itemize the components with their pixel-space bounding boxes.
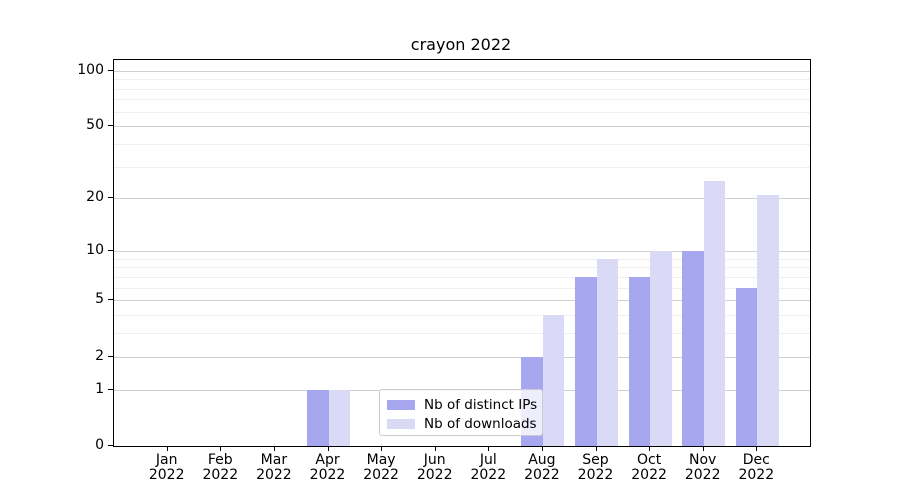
x-tick-year: 2022 [619,468,679,483]
minor-gridline [114,144,810,145]
x-tick-year: 2022 [298,468,358,483]
x-tick-mark [542,446,543,451]
x-tick-label-dec: Dec2022 [726,453,786,483]
bar-nb-of-distinct-ips-apr [307,390,329,446]
x-tick-mark [220,446,221,451]
x-tick-mark [274,446,275,451]
bar-nb-of-distinct-ips-nov [682,251,704,446]
x-tick-month: Feb [190,453,250,468]
x-tick-year: 2022 [566,468,626,483]
minor-gridline [114,167,810,168]
x-tick-month: Jul [458,453,518,468]
legend-swatch-downloads [387,419,415,429]
legend-entry-downloads: Nb of downloads [387,414,535,433]
bar-nb-of-distinct-ips-oct [629,277,651,446]
bar-nb-of-downloads-apr [329,390,351,446]
major-gridline [114,71,810,72]
y-tick-label: 10 [0,242,104,258]
legend-entry-distinct-ips: Nb of distinct IPs [387,395,535,414]
x-tick-month: Oct [619,453,679,468]
x-tick-year: 2022 [405,468,465,483]
x-tick-year: 2022 [726,468,786,483]
chart-figure: crayon 2022 0125102050100 Jan2022Feb2022… [0,0,900,500]
bar-nb-of-downloads-aug [543,315,565,446]
x-tick-mark [328,446,329,451]
x-tick-label-oct: Oct2022 [619,453,679,483]
y-tick-label: 20 [0,189,104,205]
x-tick-year: 2022 [512,468,572,483]
x-tick-mark [435,446,436,451]
bar-nb-of-downloads-oct [650,251,672,446]
x-tick-month: Sep [566,453,626,468]
x-tick-month: Apr [298,453,358,468]
x-tick-mark [596,446,597,451]
x-tick-month: Jun [405,453,465,468]
minor-gridline [114,99,810,100]
x-tick-label-apr: Apr2022 [298,453,358,483]
bar-nb-of-downloads-dec [757,195,779,447]
legend-swatch-distinct-ips [387,400,415,410]
x-tick-year: 2022 [673,468,733,483]
major-gridline [114,126,810,127]
minor-gridline [114,112,810,113]
y-tick-mark [108,299,113,300]
x-tick-mark [649,446,650,451]
x-tick-label-nov: Nov2022 [673,453,733,483]
y-tick-label: 2 [0,348,104,364]
y-tick-label: 5 [0,291,104,307]
x-tick-label-jul: Jul2022 [458,453,518,483]
y-tick-mark [108,125,113,126]
x-tick-month: Jan [137,453,197,468]
x-tick-mark [703,446,704,451]
x-tick-label-jan: Jan2022 [137,453,197,483]
y-tick-mark [108,70,113,71]
y-tick-label: 1 [0,381,104,397]
x-tick-label-aug: Aug2022 [512,453,572,483]
x-tick-label-feb: Feb2022 [190,453,250,483]
y-tick-mark [108,197,113,198]
x-tick-month: Mar [244,453,304,468]
x-tick-label-sep: Sep2022 [566,453,626,483]
x-tick-year: 2022 [244,468,304,483]
x-tick-year: 2022 [351,468,411,483]
x-tick-mark [488,446,489,451]
y-tick-mark [108,356,113,357]
x-tick-month: Nov [673,453,733,468]
y-tick-mark [108,389,113,390]
bar-nb-of-downloads-sep [597,259,619,446]
x-tick-label-mar: Mar2022 [244,453,304,483]
x-tick-label-jun: Jun2022 [405,453,465,483]
bar-nb-of-distinct-ips-sep [575,277,597,446]
legend-label-downloads: Nb of downloads [424,416,537,432]
x-tick-month: Dec [726,453,786,468]
x-tick-year: 2022 [190,468,250,483]
bar-nb-of-distinct-ips-dec [736,288,758,446]
x-tick-month: Aug [512,453,572,468]
x-tick-year: 2022 [458,468,518,483]
minor-gridline [114,89,810,90]
x-tick-mark [381,446,382,451]
y-tick-mark [108,445,113,446]
x-tick-month: May [351,453,411,468]
x-tick-mark [756,446,757,451]
y-tick-label: 50 [0,117,104,133]
y-tick-mark [108,250,113,251]
y-tick-label: 0 [0,437,104,453]
bar-nb-of-downloads-nov [704,181,726,446]
x-tick-label-may: May2022 [351,453,411,483]
chart-title: crayon 2022 [113,35,809,54]
x-tick-year: 2022 [137,468,197,483]
y-tick-label: 100 [0,62,104,78]
x-tick-mark [167,446,168,451]
minor-gridline [114,79,810,80]
legend-label-distinct-ips: Nb of distinct IPs [424,397,537,413]
legend: Nb of distinct IPs Nb of downloads [379,389,543,436]
